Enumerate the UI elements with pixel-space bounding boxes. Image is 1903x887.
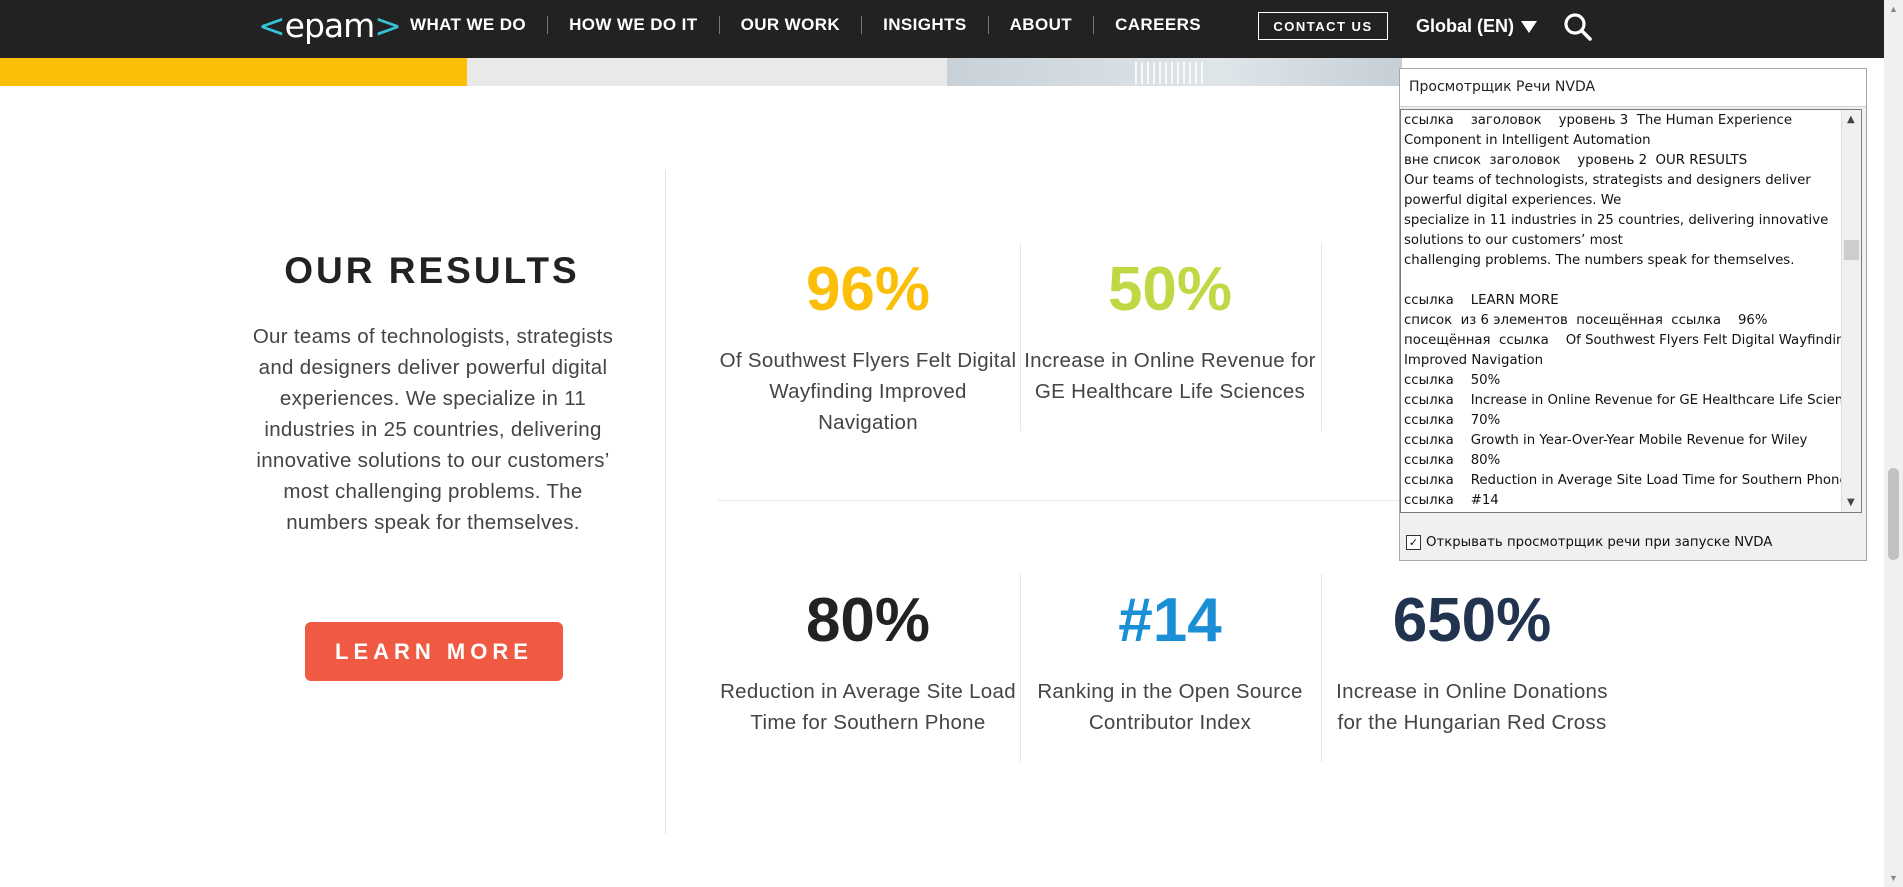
section-title: OUR RESULTS: [284, 250, 580, 291]
stat-value: 650%: [1392, 586, 1552, 655]
nvda-line: [1404, 271, 1842, 291]
stat-label: Of Southwest Flyers Felt Digital Wayfind…: [719, 349, 1017, 434]
stat-item[interactable]: 80% Reduction in Average Site Load Time …: [718, 586, 1018, 738]
column-divider: [665, 170, 666, 834]
stat-label: Increase in Online Donations for the Hun…: [1336, 680, 1608, 734]
nvda-line: Our teams of technologists, strategists …: [1404, 173, 1811, 188]
nvda-line: вне список заголовок уровень 2 OUR RESUL…: [1404, 153, 1748, 168]
nvda-line: ссылка #14: [1404, 493, 1499, 508]
stat-divider: [1020, 243, 1021, 431]
region-selector[interactable]: Global (EN): [1416, 16, 1537, 37]
nav-separator: [987, 16, 989, 34]
nav-about[interactable]: ABOUT: [1010, 15, 1072, 35]
nvda-line: ссылка Growth in Year-Over-Year Mobile R…: [1404, 433, 1808, 448]
nvda-line: solutions to our customers’ most: [1404, 233, 1623, 248]
stat-value: 50%: [1107, 255, 1233, 324]
checkbox-label: Открывать просмотрщик речи при запуске N…: [1426, 535, 1773, 550]
logo-bracket-right: >: [374, 6, 402, 45]
nvda-scrollbar[interactable]: ▲ ▼: [1841, 110, 1861, 512]
region-label: Global (EN): [1416, 16, 1514, 36]
nvda-line: Component in Intelligent Automation: [1404, 133, 1651, 148]
stat-value: 96%: [805, 255, 931, 324]
stat-divider: [1321, 574, 1322, 762]
scroll-down-icon[interactable]: ▼: [1847, 497, 1855, 508]
caret-down-icon: [1521, 20, 1537, 33]
nav-separator: [547, 16, 549, 34]
nvda-line: ссылка LEARN MORE: [1404, 293, 1559, 308]
nvda-line: ссылка заголовок уровень 3 The Human Exp…: [1404, 113, 1793, 128]
nvda-line: specialize in 11 industries in 25 countr…: [1404, 213, 1829, 228]
nvda-speech-viewer: Просмотрщик Речи NVDA ссылка заголовок у…: [1399, 68, 1867, 561]
stat-item[interactable]: 96% Of Southwest Flyers Felt Digital Way…: [718, 255, 1018, 438]
nvda-window-title[interactable]: Просмотрщик Речи NVDA: [1400, 69, 1866, 107]
stat-divider: [1321, 243, 1322, 431]
contact-us-button[interactable]: CONTACT US: [1258, 12, 1388, 40]
stat-label: Reduction in Average Site Load Time for …: [720, 680, 1016, 734]
nvda-line: ссылка 70%: [1404, 413, 1501, 428]
nvda-scroll-thumb[interactable]: [1844, 240, 1859, 260]
nvda-line: ссылка 80%: [1404, 453, 1501, 468]
epam-logo[interactable]: <epam>: [258, 6, 402, 45]
nav-careers[interactable]: CAREERS: [1115, 15, 1201, 35]
nav-our-work[interactable]: OUR WORK: [741, 15, 841, 35]
site-header: <epam> WHAT WE DO HOW WE DO IT OUR WORK …: [0, 0, 1884, 58]
page-scrollbar[interactable]: ▲ ▼: [1884, 0, 1903, 887]
logo-text: epam: [284, 6, 376, 45]
stat-item[interactable]: 50% Increase in Online Revenue for GE He…: [1020, 255, 1320, 407]
stat-label: Ranking in the Open Source Contributor I…: [1037, 680, 1303, 734]
nav-how-we-do-it[interactable]: HOW WE DO IT: [569, 15, 698, 35]
nvda-line: powerful digital experiences. We: [1404, 193, 1622, 208]
nvda-line: ссылка Reduction in Average Site Load Ti…: [1404, 473, 1848, 488]
page-scroll-thumb[interactable]: [1888, 468, 1899, 560]
nvda-line: ссылка 50%: [1404, 373, 1501, 388]
nvda-line: посещённая ссылка Of Southwest Flyers Fe…: [1404, 333, 1853, 348]
nvda-open-on-startup[interactable]: ✓ Открывать просмотрщик речи при запуске…: [1406, 535, 1772, 550]
scroll-up-icon[interactable]: ▲: [1847, 114, 1855, 125]
nav-separator: [861, 16, 863, 34]
nav-separator: [1093, 16, 1095, 34]
stat-label: Increase in Online Revenue for GE Health…: [1024, 349, 1316, 403]
nvda-output-lines: ссылка заголовок уровень 3 The Human Exp…: [1404, 111, 1862, 512]
nav-insights[interactable]: INSIGHTS: [883, 15, 967, 35]
nvda-line: ссылка Increase in Online Revenue for GE…: [1404, 393, 1862, 408]
nvda-line: ссылка Ranking in the Open Source Contri…: [1404, 511, 1842, 512]
section-description: Our teams of technologists, strategists …: [252, 325, 614, 534]
main-nav: WHAT WE DO HOW WE DO IT OUR WORK INSIGHT…: [410, 15, 1201, 35]
nvda-line: challenging problems. The numbers speak …: [1404, 253, 1795, 268]
hero-image-detail: [1135, 62, 1205, 84]
nav-separator: [718, 16, 720, 34]
stat-item[interactable]: #14 Ranking in the Open Source Contribut…: [1020, 586, 1320, 738]
stat-value: 80%: [805, 586, 931, 655]
stat-value: #14: [1118, 586, 1222, 655]
scroll-up-icon[interactable]: ▲: [1889, 4, 1898, 14]
checkbox-icon[interactable]: ✓: [1406, 535, 1421, 550]
nav-what-we-do[interactable]: WHAT WE DO: [410, 15, 526, 35]
grey-band: [467, 58, 947, 86]
nvda-line: список из 6 элементов посещённая ссылка …: [1404, 313, 1768, 328]
logo-bracket-left: <: [258, 6, 286, 45]
learn-more-button[interactable]: LEARN MORE: [305, 622, 563, 681]
nvda-output-textbox[interactable]: ссылка заголовок уровень 3 The Human Exp…: [1400, 109, 1862, 513]
scroll-down-icon[interactable]: ▼: [1889, 873, 1898, 883]
accent-bar: [0, 58, 467, 86]
stat-divider: [1020, 574, 1021, 762]
nvda-line: Improved Navigation: [1404, 353, 1544, 368]
stat-item[interactable]: 650% Increase in Online Donations for th…: [1322, 586, 1622, 738]
search-icon[interactable]: [1563, 12, 1593, 47]
